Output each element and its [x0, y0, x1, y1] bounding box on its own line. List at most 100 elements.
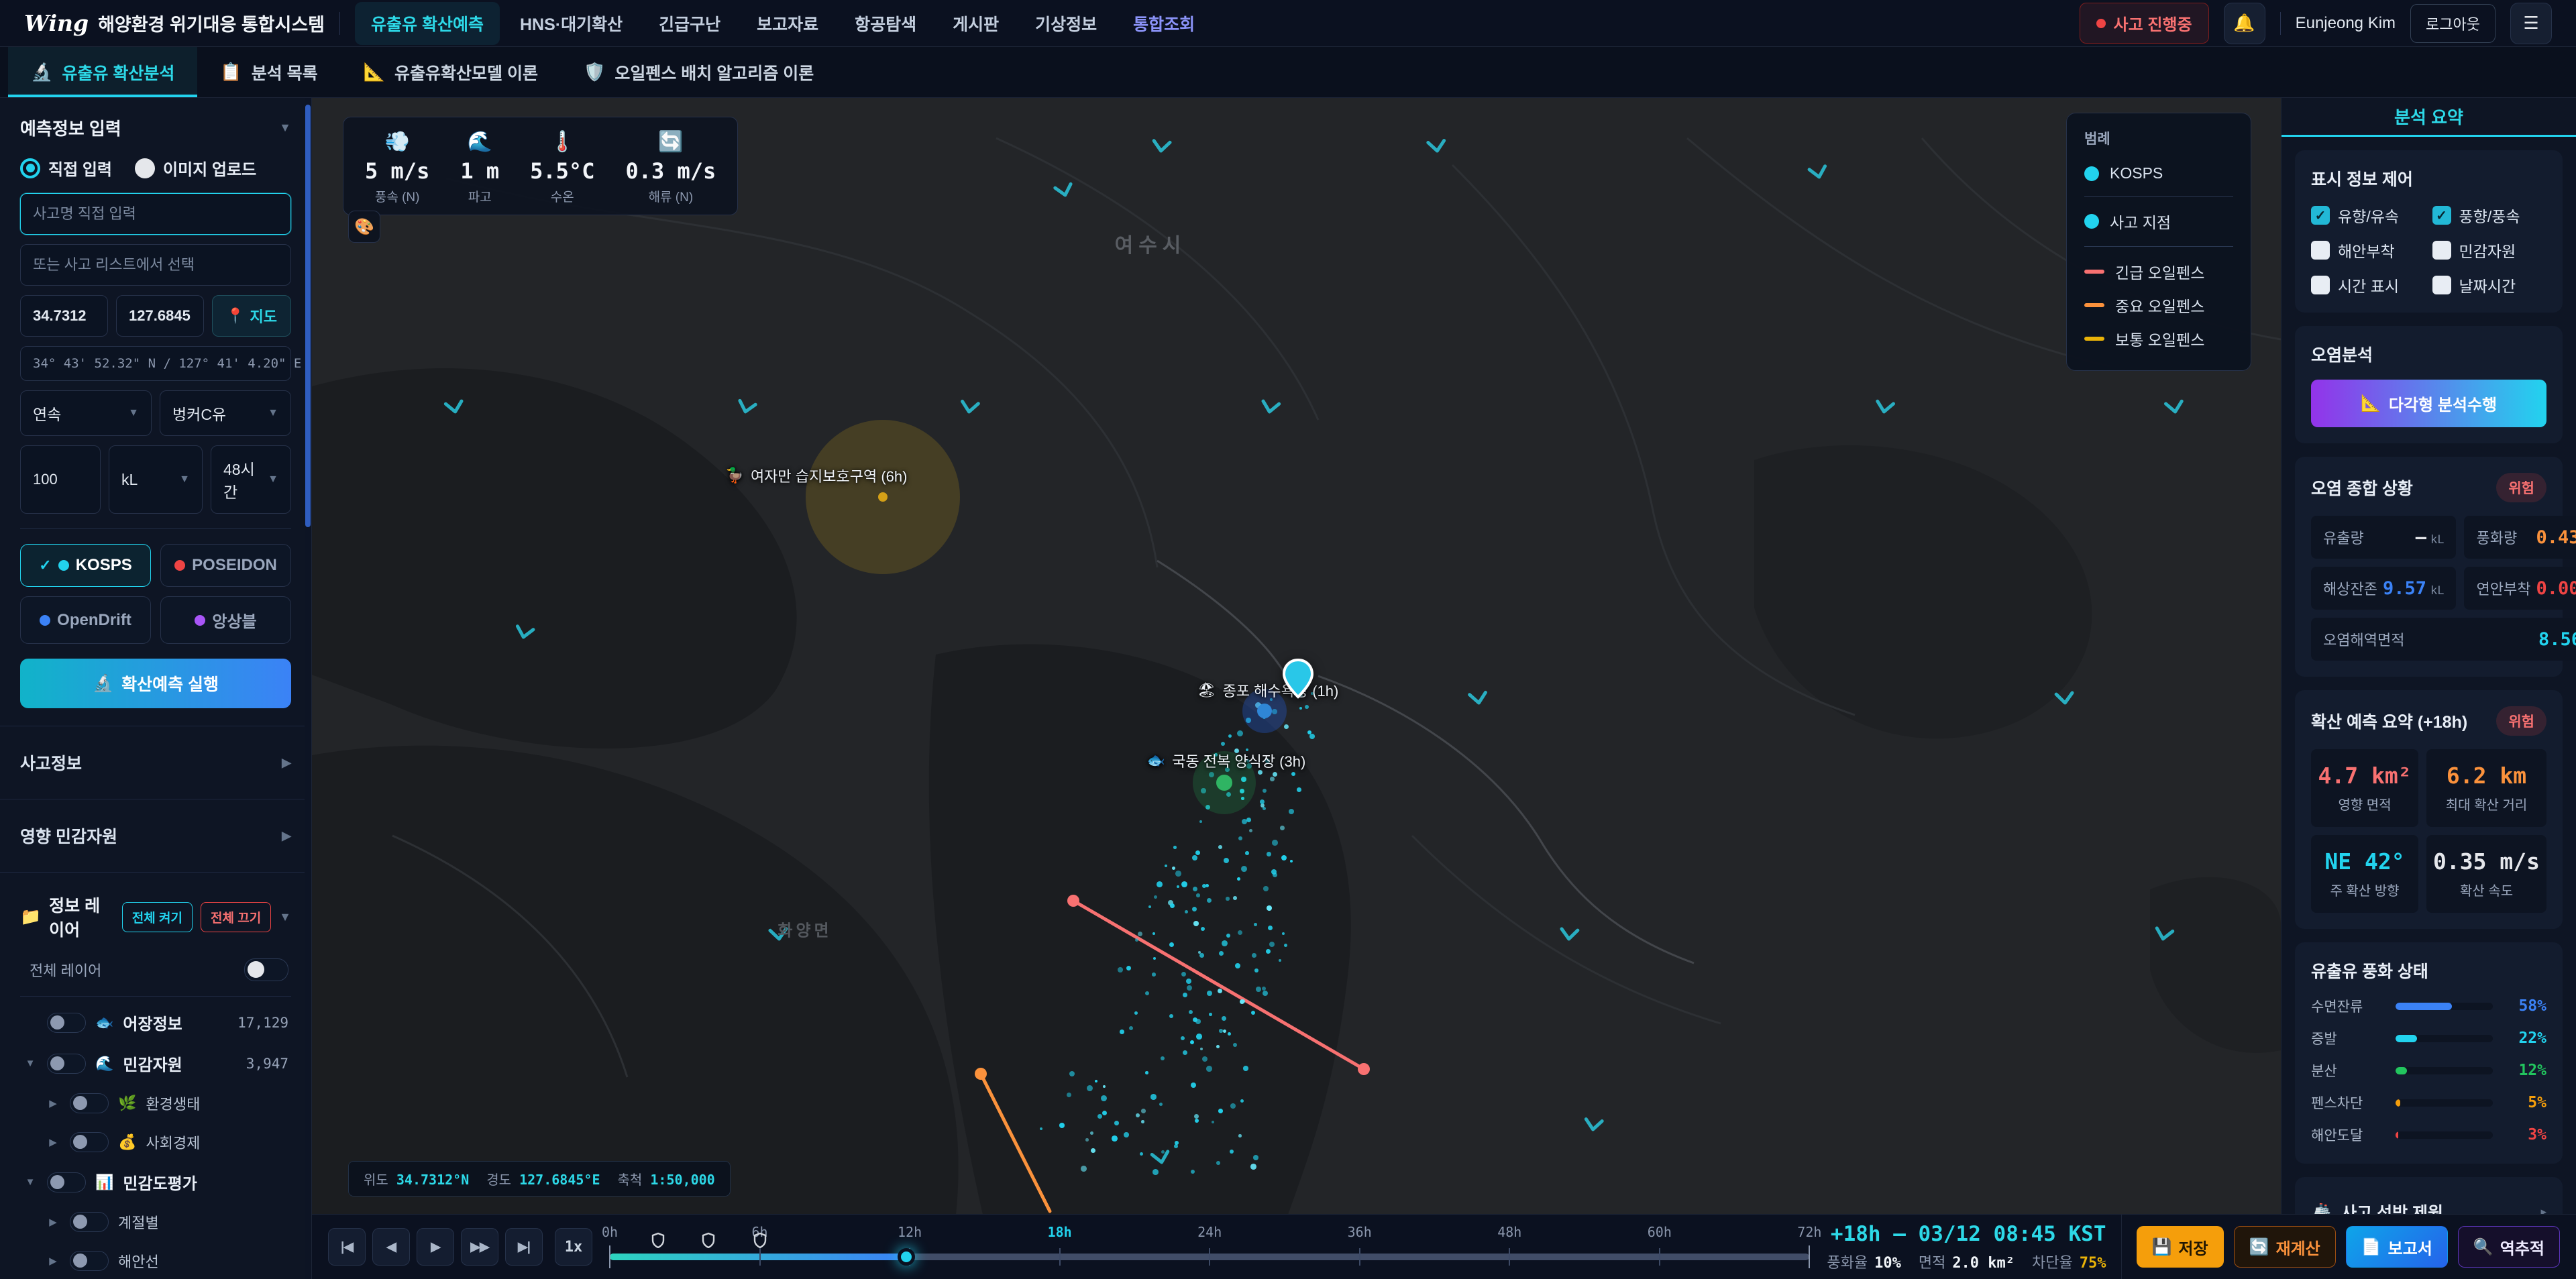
layer-toggle[interactable]: [70, 1132, 109, 1152]
nav-item[interactable]: 통합조회: [1117, 2, 1211, 45]
layer-toggle[interactable]: [47, 1172, 86, 1192]
display-checkbox[interactable]: ✓시간 표시: [2311, 274, 2426, 296]
sidebar-scrollbar[interactable]: [305, 98, 311, 1279]
tab-active[interactable]: 🔬유출유 확산분석: [8, 47, 197, 97]
incident-name-input[interactable]: [20, 193, 291, 235]
pick-on-map-button[interactable]: 📍 지도: [212, 295, 291, 337]
timeline-handle[interactable]: [898, 1248, 915, 1266]
layer-toggle[interactable]: [70, 1212, 109, 1232]
hamburger-menu-button[interactable]: ☰: [2510, 3, 2552, 44]
timeline-tick: [1359, 1248, 1360, 1266]
nav-item[interactable]: HNS·대기확산: [504, 2, 639, 45]
nav-item[interactable]: 기상정보: [1019, 2, 1113, 45]
tree-caret-icon[interactable]: ▶: [46, 1255, 60, 1267]
model-chip-앙상블[interactable]: 앙상블: [160, 596, 291, 644]
timeline-info: +18h — 03/12 08:45 KST 풍화율10%면적2.0 km²차단…: [1827, 1222, 2106, 1272]
재계산-button[interactable]: 🔄재계산: [2234, 1226, 2336, 1268]
timeline-slider[interactable]: 0h6h12h18h24h36h48h60h72h: [610, 1215, 1809, 1279]
checkbox-unchecked[interactable]: ✓: [2311, 276, 2330, 294]
step-back-button[interactable]: ◀: [372, 1228, 410, 1266]
current-arrow-icon: [2151, 925, 2177, 948]
spill-type-select[interactable]: 연속▼: [20, 390, 152, 436]
skip-start-button[interactable]: |◀: [328, 1228, 366, 1266]
checkbox-checked[interactable]: ✓: [2432, 206, 2451, 225]
play-button[interactable]: ▶: [417, 1228, 454, 1266]
sidebar-section[interactable]: 영향 민감자원▶: [0, 799, 311, 872]
tree-caret-icon[interactable]: ▶: [46, 1136, 60, 1148]
skip-end-button[interactable]: ▶|: [505, 1228, 543, 1266]
저장-button[interactable]: 💾저장: [2137, 1226, 2224, 1268]
latitude-input[interactable]: [20, 295, 108, 337]
tree-caret-icon[interactable]: ▶: [46, 1216, 60, 1228]
oil-particle: [1235, 963, 1240, 968]
checkbox-unchecked[interactable]: ✓: [2432, 276, 2451, 294]
checkbox-unchecked[interactable]: ✓: [2432, 241, 2451, 260]
master-layer-toggle[interactable]: [244, 958, 288, 981]
wetland-protection-zone[interactable]: [806, 420, 960, 574]
collapse-caret-icon[interactable]: ▼: [279, 121, 291, 135]
wetland-marker-label[interactable]: 🦆 여자만 습지보호구역 (6h): [726, 465, 908, 486]
layer-toggle[interactable]: [47, 1054, 86, 1074]
legend-title: 범례: [2084, 128, 2233, 148]
nav-item[interactable]: 보고자료: [741, 2, 835, 45]
map-canvas[interactable]: 여수시 화양면 🦆 여자만 습지보호구역 (6h) 🏖 종포 해수욕장 (1h): [312, 98, 2281, 1214]
layer-toggle[interactable]: [70, 1251, 109, 1271]
보고서-button[interactable]: 📄보고서: [2346, 1226, 2448, 1268]
notification-bell-button[interactable]: 🔔: [2224, 3, 2265, 44]
layer-toggle[interactable]: [70, 1093, 109, 1113]
collapse-caret-icon[interactable]: ▼: [279, 910, 291, 924]
map-style-button[interactable]: 🎨: [348, 211, 380, 243]
timeline-stat: 면적2.0 km²: [1919, 1251, 2015, 1272]
polygon-analysis-button[interactable]: 📐 다각형 분석수행: [2311, 380, 2546, 427]
incident-location-pin[interactable]: [1283, 659, 1313, 699]
farm-marker-label[interactable]: 🐟 국동 전복 양식장 (3h): [1147, 750, 1306, 771]
tab-item[interactable]: 🛡️오일펜스 배치 알고리즘 이론: [561, 47, 837, 97]
layer-toggle[interactable]: [47, 1013, 86, 1033]
tab-item[interactable]: 📋분석 목록: [197, 47, 340, 97]
sidebar-section[interactable]: 사고정보▶: [0, 726, 311, 799]
model-chip-opendrift[interactable]: OpenDrift: [20, 596, 151, 644]
model-chip-kosps[interactable]: ✓KOSPS: [20, 544, 151, 587]
unit-select[interactable]: kL▼: [109, 445, 203, 514]
model-chip-poseidon[interactable]: POSEIDON: [160, 544, 291, 587]
vessel-spec-card[interactable]: 🚢 사고 선박 제원 ▸: [2295, 1177, 2563, 1214]
역추적-button[interactable]: 🔍역추적: [2458, 1226, 2560, 1268]
display-checkbox[interactable]: ✓날짜시간: [2432, 274, 2547, 296]
layer-children: ▶계절별▶해안선▶생물종▶서식지▶보호지역▶수산자원▶관광자원▶산업자원: [20, 1203, 291, 1279]
all-layers-on-button[interactable]: 전체 켜기: [122, 902, 193, 932]
radio-direct-input[interactable]: 직접 입력: [20, 156, 112, 180]
display-checkbox[interactable]: ✓풍향/풍속: [2432, 204, 2547, 227]
fast-forward-button[interactable]: ▶▶: [461, 1228, 498, 1266]
playback-speed-button[interactable]: 1x: [555, 1228, 592, 1266]
timeline-tick-label: 48h: [1497, 1224, 1521, 1240]
oil-type-select[interactable]: 벙커C유▼: [160, 390, 291, 436]
display-checkbox[interactable]: ✓해안부착: [2311, 239, 2426, 262]
map-coordinate-bar: 위도 34.7312°N 경도 127.6845°E 축척 1:50,000: [348, 1161, 731, 1197]
display-checkbox[interactable]: ✓유향/유속: [2311, 204, 2426, 227]
pollution-stat: 풍화량0.43kL: [2464, 516, 2576, 559]
longitude-input[interactable]: [116, 295, 204, 337]
amount-input[interactable]: [20, 445, 101, 514]
nav-item[interactable]: 게시판: [936, 2, 1015, 45]
nav-item[interactable]: 항공탐색: [839, 2, 932, 45]
duration-select[interactable]: 48시간▼: [211, 445, 291, 514]
scrollbar-thumb[interactable]: [305, 105, 311, 527]
checkbox-unchecked[interactable]: ✓: [2311, 241, 2330, 260]
radio-image-upload[interactable]: 이미지 업로드: [135, 156, 256, 180]
oil-particle: [1251, 1011, 1255, 1015]
incident-list-input[interactable]: [20, 244, 291, 286]
nav-item[interactable]: 유출유 확산예측: [355, 2, 500, 45]
beach-marker-label[interactable]: 🏖 종포 해수욕장 (1h): [1197, 679, 1339, 701]
logout-button[interactable]: 로그아웃: [2410, 4, 2496, 43]
tree-caret-icon[interactable]: ▼: [23, 1176, 38, 1188]
tab-item[interactable]: 📐유출유확산모델 이론: [341, 47, 561, 97]
run-prediction-button[interactable]: 🔬 확산예측 실행: [20, 659, 291, 708]
all-layers-off-button[interactable]: 전체 끄기: [201, 902, 271, 932]
nav-item[interactable]: 긴급구난: [643, 2, 737, 45]
tree-caret-icon[interactable]: ▶: [46, 1097, 60, 1109]
tree-caret-icon[interactable]: ▼: [23, 1058, 38, 1069]
display-checkbox[interactable]: ✓민감자원: [2432, 239, 2547, 262]
checkbox-checked[interactable]: ✓: [2311, 206, 2330, 225]
oilfence-endpoint: [1067, 895, 1079, 907]
layer-child-row: ▶해안선: [43, 1241, 291, 1279]
